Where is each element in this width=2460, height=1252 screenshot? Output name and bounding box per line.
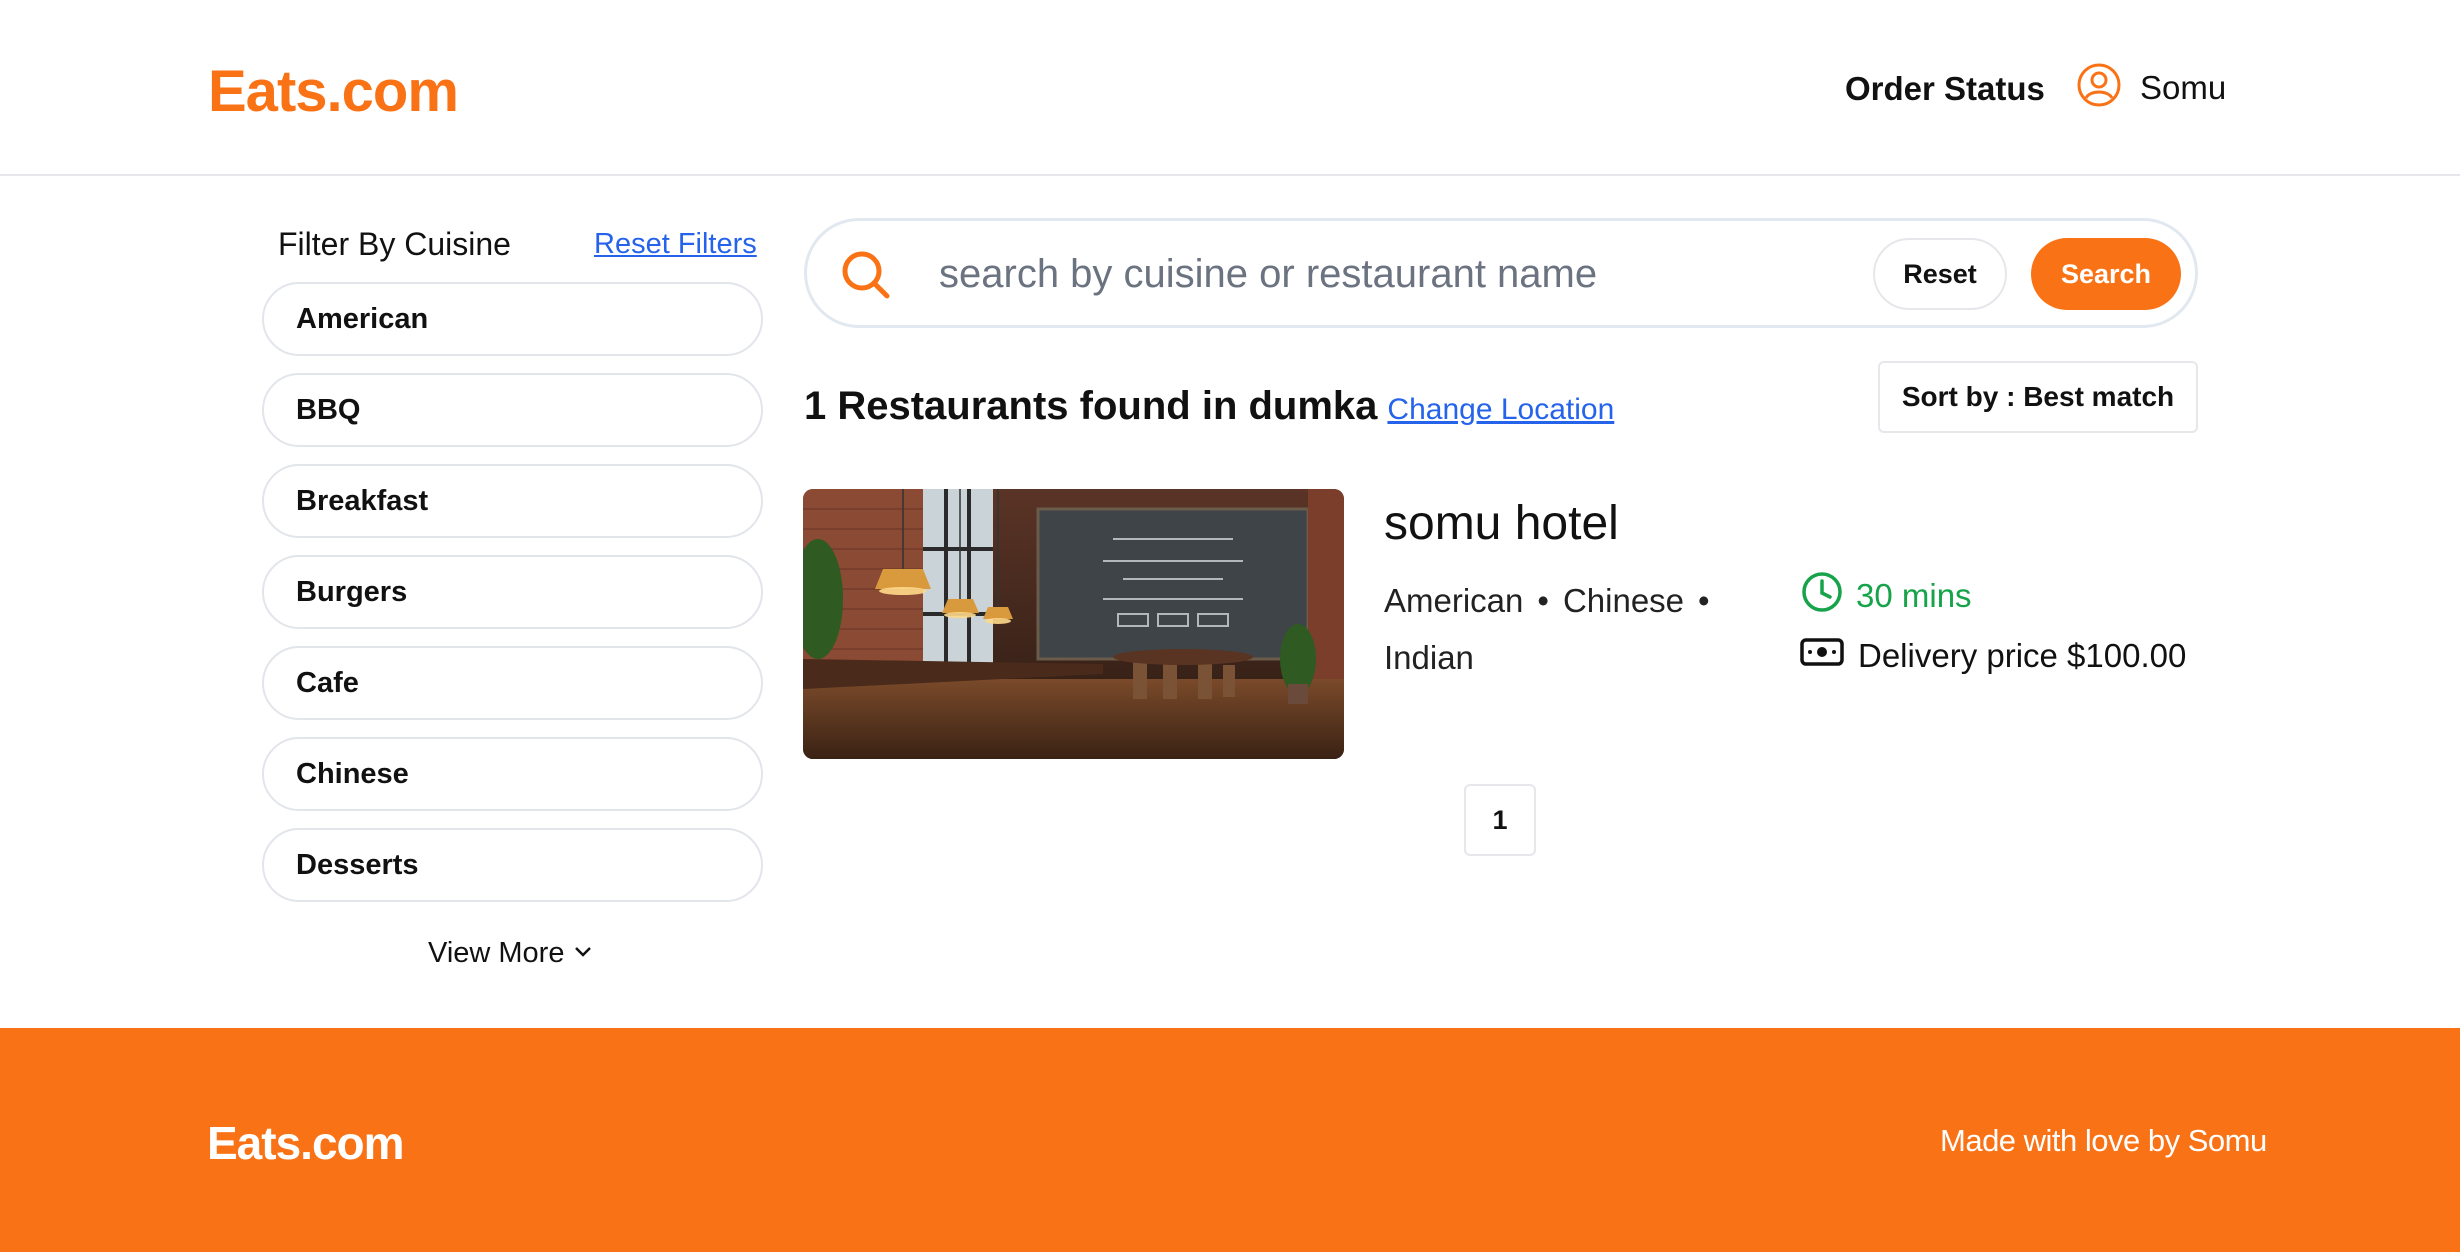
user-name: Somu [2140,68,2227,106]
search-input[interactable] [939,243,1819,305]
chevron-down-icon [572,937,594,970]
view-more-label: View More [428,937,565,969]
change-location-link[interactable]: Change Location [1387,393,1614,427]
site-header: Eats.com Order Status Somu [0,0,2460,176]
results-count: 1 Restaurants found in dumka [804,384,1378,428]
cuisine-filter-desserts[interactable]: Desserts [262,828,763,902]
search-bar: Reset Search [804,218,2198,328]
order-status-link[interactable]: Order Status [1845,70,2045,108]
sort-dropdown[interactable]: Sort by : Best match [1878,361,2198,433]
site-footer: Eats.com Made with love by Somu [0,1028,2460,1252]
footer-tagline: Made with love by Somu [1940,1123,2267,1158]
footer-logo: Eats.com [207,1117,405,1169]
delivery-time-text: 30 mins [1856,577,1972,614]
restaurant-cuisine: Chinese [1562,582,1685,619]
delivery-price-text: Delivery price $100.00 [1858,637,2187,674]
delivery-price: Delivery price $100.00 [1800,636,2186,676]
search-button[interactable]: Search [2031,238,2181,310]
cuisine-filter-bbq[interactable]: BBQ [262,373,763,447]
banknote-icon [1800,636,1844,676]
delivery-time: 30 mins [1800,570,1972,622]
restaurant-name[interactable]: somu hotel [1384,496,1619,551]
cuisine-list: American BBQ Breakfast Burgers Cafe Chin… [262,282,763,919]
cuisine-filter-american[interactable]: American [262,282,763,356]
restaurant-cuisine: Indian [1384,639,1474,676]
view-more-button[interactable]: View More [428,937,594,970]
cuisine-filter-cafe[interactable]: Cafe [262,646,763,720]
restaurant-cuisines: American • Chinese • Indian [1384,582,1710,676]
restaurant-image[interactable] [803,489,1344,759]
logo[interactable]: Eats.com [208,58,459,125]
search-icon [837,246,897,311]
cuisine-filter-chinese[interactable]: Chinese [262,737,763,811]
cuisine-filter-breakfast[interactable]: Breakfast [262,464,763,538]
reset-filters-link[interactable]: Reset Filters [594,228,757,261]
results-heading: 1 Restaurants found in dumka Change Loca… [804,384,1614,429]
user-menu[interactable]: Somu [2076,62,2226,113]
restaurant-cuisine: American [1384,582,1524,619]
filter-title: Filter By Cuisine [278,226,511,262]
reset-search-button[interactable]: Reset [1873,238,2007,310]
pagination-page-1[interactable]: 1 [1464,784,1536,856]
cuisine-filter-burgers[interactable]: Burgers [262,555,763,629]
user-circle-icon [2076,62,2122,113]
clock-icon [1800,570,1844,622]
